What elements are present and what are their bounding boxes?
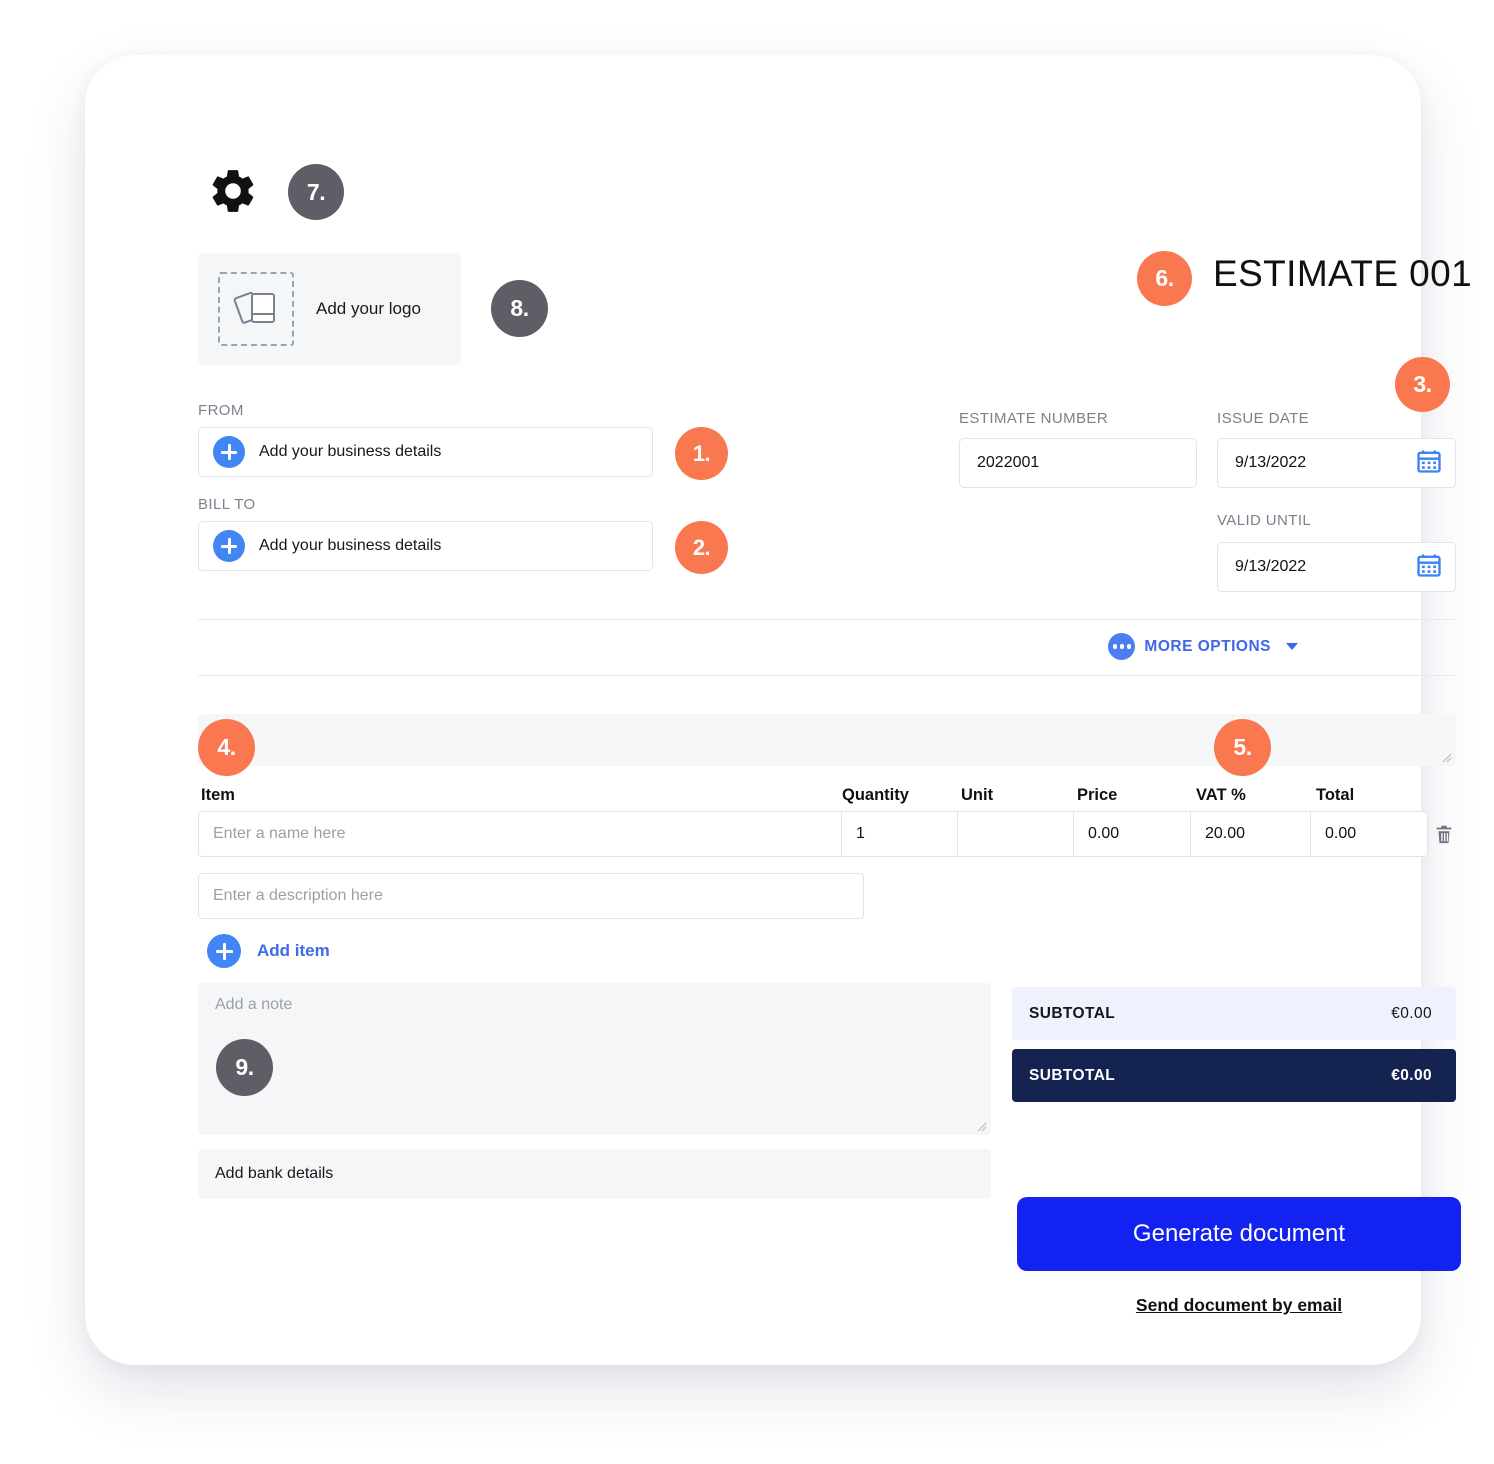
subtotal-row-light: SUBTOTAL €0.00 [1012,987,1456,1040]
more-options-label: MORE OPTIONS [1144,637,1271,655]
add-item-button[interactable]: Add item [207,934,330,968]
column-header-total: Total [1316,786,1355,804]
badge-1: 1. [675,427,728,480]
chevron-down-icon [1286,643,1298,650]
badge-2: 2. [675,521,728,574]
plus-icon [213,530,245,562]
badge-5: 5. [1214,719,1271,776]
plus-icon [207,934,241,968]
add-bank-details-button[interactable]: Add bank details [198,1149,991,1199]
from-label: FROM [198,402,244,419]
badge-9: 9. [216,1039,273,1096]
resize-handle-icon[interactable] [975,1120,987,1132]
item-price-input[interactable]: 0.00 [1073,811,1191,857]
column-header-unit: Unit [961,786,994,804]
subtotal-value: €0.00 [1391,1004,1432,1022]
badge-4: 4. [198,719,255,776]
issue-date-value: 9/13/2022 [1235,454,1307,471]
column-header-vat: VAT % [1196,786,1246,804]
item-description-input[interactable]: Enter a description here [198,873,864,919]
trash-icon[interactable] [1433,822,1455,851]
page-title[interactable]: ESTIMATE 001 [1213,253,1472,295]
estimate-number-label: ESTIMATE NUMBER [959,410,1109,427]
item-name-input[interactable]: Enter a name here [198,811,842,857]
badge-6: 6. [1137,251,1192,306]
item-unit-input[interactable] [957,811,1074,857]
calendar-icon[interactable] [1415,551,1443,584]
bill-to-value: Add your business details [259,537,442,554]
generate-document-button[interactable]: Generate document [1017,1197,1461,1271]
from-value: Add your business details [259,443,442,460]
item-quantity-input[interactable]: 1 [841,811,958,857]
item-total-input[interactable]: 0.00 [1310,811,1428,857]
valid-until-label: VALID UNTIL [1217,512,1312,529]
badge-7: 7. [288,164,344,220]
page-root: 7. Add your logo 8. 6. ESTIMATE 001 3. F… [0,0,1494,1464]
valid-until-value: 9/13/2022 [1235,558,1307,575]
estimate-number-value: 2022001 [977,454,1040,471]
more-options-toggle[interactable]: MORE OPTIONS [1108,633,1298,660]
subtotal-row-dark: SUBTOTAL €0.00 [1012,1049,1456,1102]
column-header-item: Item [201,786,235,804]
total-value: €0.00 [1391,1066,1432,1084]
divider-bottom [198,675,1456,676]
bill-to-business-details-button[interactable]: Add your business details [198,521,653,571]
subtotal-label: SUBTOTAL [1029,1004,1116,1022]
gear-icon[interactable] [207,165,259,217]
estimate-number-input[interactable]: 2022001 [959,438,1197,488]
badge-8: 8. [491,280,548,337]
divider-top [198,619,1456,620]
image-stack-icon [218,272,294,346]
bill-to-label: BILL TO [198,496,256,513]
send-document-by-email-link[interactable]: Send document by email [1017,1295,1461,1316]
ellipsis-icon [1108,633,1136,660]
plus-icon [213,436,245,468]
valid-until-input[interactable]: 9/13/2022 [1217,542,1456,592]
item-vat-input[interactable]: 20.00 [1190,811,1311,857]
calendar-icon[interactable] [1415,447,1443,480]
column-header-price: Price [1077,786,1118,804]
resize-handle-icon[interactable] [1440,751,1452,763]
note-placeholder: Add a note [215,996,293,1013]
issue-date-label: ISSUE DATE [1217,410,1310,427]
document-editor-card: 7. Add your logo 8. 6. ESTIMATE 001 3. F… [85,55,1472,1365]
badge-3: 3. [1395,357,1450,412]
from-business-details-button[interactable]: Add your business details [198,427,653,477]
issue-date-input[interactable]: 9/13/2022 [1217,438,1456,488]
total-label: SUBTOTAL [1029,1066,1116,1084]
note-textarea[interactable]: Add a note [198,983,991,1135]
column-header-quantity: Quantity [842,786,909,804]
logo-upload-area[interactable]: Add your logo [198,253,461,365]
logo-placeholder-label: Add your logo [316,299,421,318]
add-item-label: Add item [257,941,330,960]
